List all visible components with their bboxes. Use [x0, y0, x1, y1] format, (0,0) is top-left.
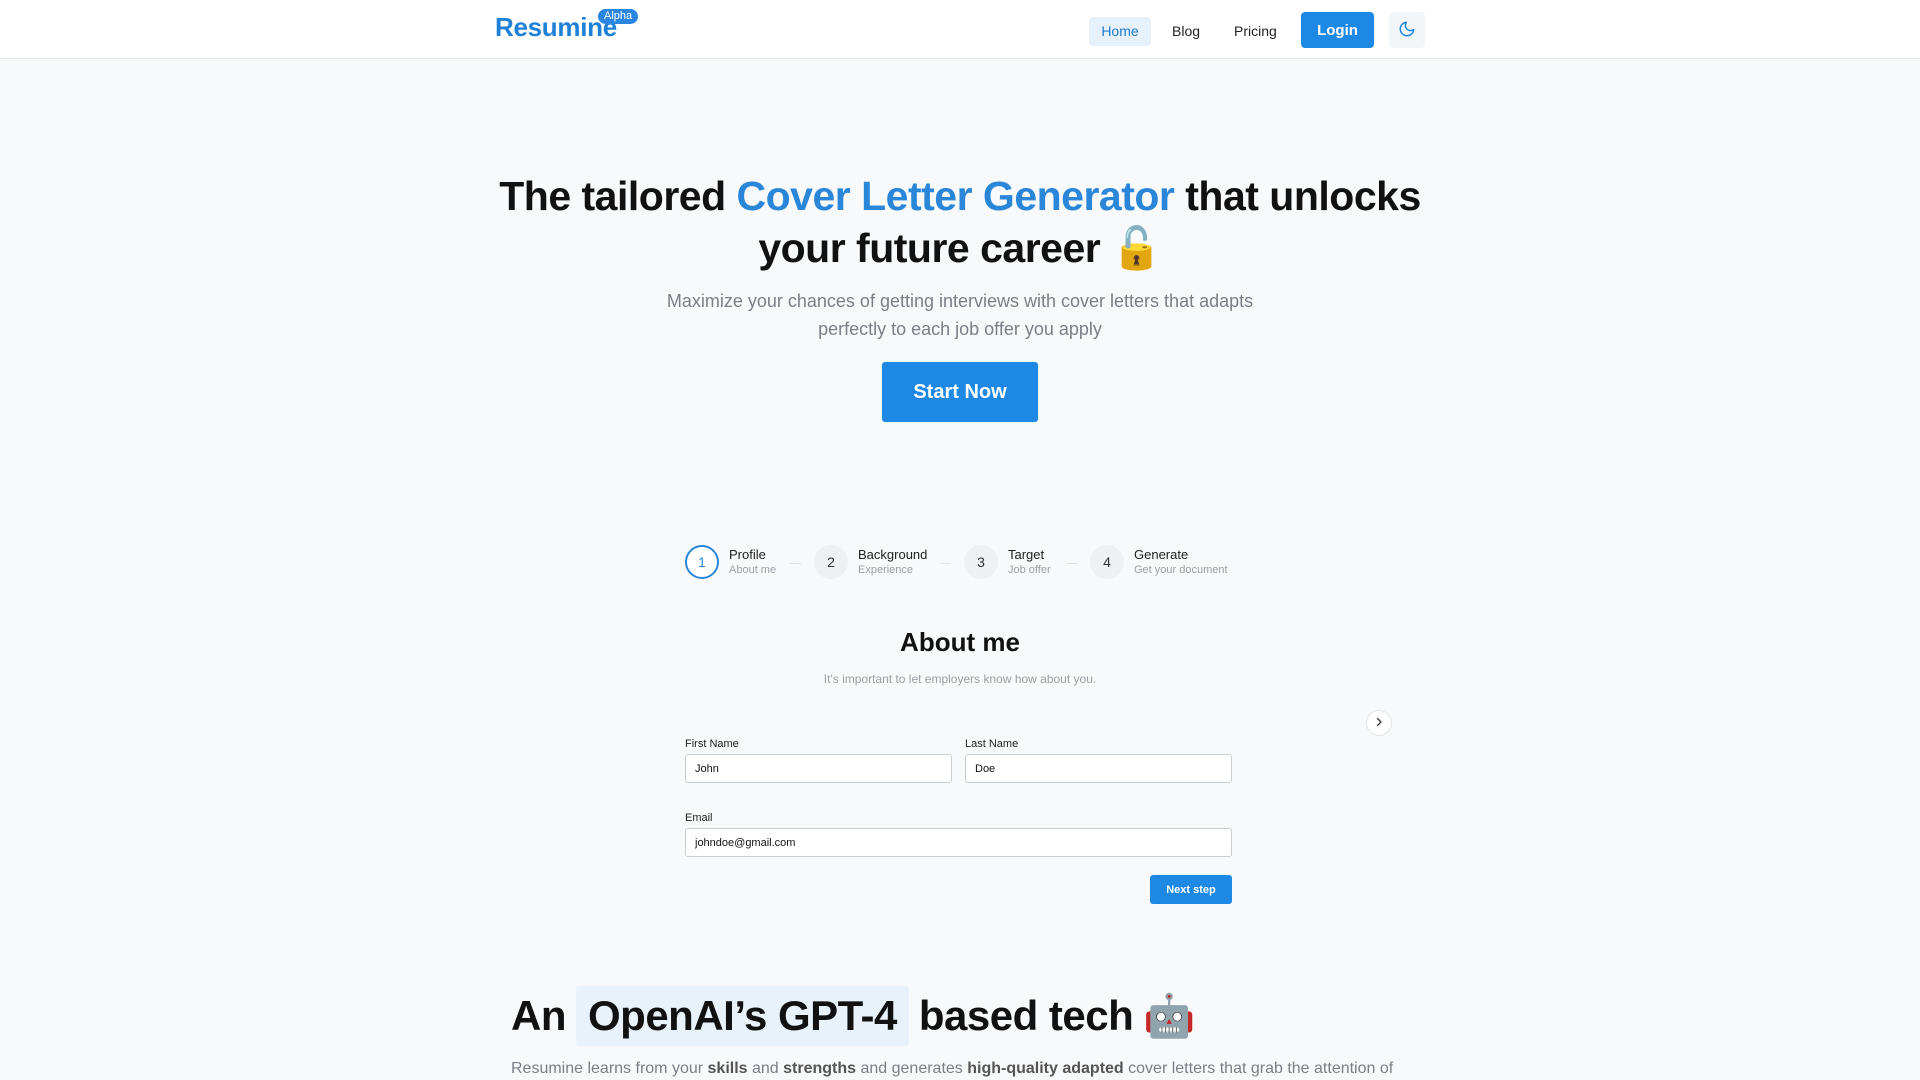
tech-section-subtitle: Resumine learns from your skills and str…	[511, 1060, 1811, 1078]
step-number: 1	[685, 545, 719, 579]
tech-title-pre: An	[511, 992, 567, 1039]
step-generate[interactable]: 4 Generate Get your document	[1090, 545, 1240, 583]
moon-icon	[1398, 20, 1416, 41]
first-name-input[interactable]	[685, 754, 952, 783]
tech-sub-text: cover letters that grab the attention of	[1123, 1060, 1394, 1077]
step-subtitle: Get your document	[1134, 564, 1228, 576]
hero-title: The tailored Cover Letter Generator that…	[460, 170, 1460, 274]
form-subtitle: It's important to let employers know how…	[823, 672, 1097, 686]
unlock-icon: 🔓	[1111, 225, 1162, 271]
step-subtitle: Experience	[858, 564, 914, 576]
nav-blog[interactable]: Blog	[1160, 17, 1212, 46]
robot-icon: 🤖	[1143, 991, 1196, 1039]
email-label: Email	[685, 812, 713, 824]
step-divider	[790, 563, 801, 564]
step-number: 2	[814, 545, 848, 579]
tech-sub-text: Resumine learns from your	[511, 1060, 708, 1077]
form-title: About me	[900, 627, 1020, 657]
step-number: 3	[964, 545, 998, 579]
step-target[interactable]: 3 Target Job offer	[964, 545, 1064, 583]
step-background[interactable]: 2 Background Experience	[814, 545, 934, 583]
last-name-input[interactable]	[965, 754, 1232, 783]
step-title: Profile	[729, 547, 766, 562]
email-input[interactable]	[685, 828, 1232, 857]
tech-sub-bold: high-quality adapted	[967, 1060, 1124, 1077]
top-navbar: Resumine Alpha Home Blog Pricing Login	[0, 0, 1920, 59]
login-button[interactable]: Login	[1301, 12, 1374, 48]
step-title: Generate	[1134, 547, 1189, 562]
tech-sub-text: and generates	[856, 1060, 968, 1077]
tech-sub-bold: skills	[707, 1060, 748, 1077]
hero-subtitle: Maximize your chances of getting intervi…	[666, 291, 1254, 339]
step-title: Target	[1008, 547, 1045, 562]
step-subtitle: Job offer	[1008, 564, 1051, 576]
step-divider	[1067, 563, 1078, 564]
first-name-label: First Name	[685, 738, 739, 750]
tech-title-highlight: OpenAI’s GPT-4	[576, 986, 909, 1046]
step-profile[interactable]: 1 Profile About me	[685, 545, 795, 583]
tech-sub-text: and	[747, 1060, 784, 1077]
hero-title-accent: Cover Letter Generator	[736, 173, 1175, 219]
tech-title-post: based tech	[918, 992, 1134, 1039]
theme-toggle-button[interactable]	[1389, 12, 1425, 48]
next-step-button[interactable]: Next step	[1150, 875, 1232, 904]
chevron-right-icon	[1373, 716, 1385, 731]
nav-home[interactable]: Home	[1089, 17, 1151, 46]
start-now-button[interactable]: Start Now	[882, 362, 1038, 422]
carousel-next-button[interactable]	[1366, 710, 1392, 736]
step-number: 4	[1090, 545, 1124, 579]
hero-title-part1: The tailored	[499, 173, 737, 219]
step-divider	[940, 563, 951, 564]
tech-sub-bold: strengths	[783, 1060, 857, 1077]
alpha-badge: Alpha	[598, 9, 639, 24]
step-subtitle: About me	[729, 564, 777, 576]
tech-section-title: An OpenAI’s GPT-4 based tech 🤖	[511, 985, 1196, 1047]
nav-pricing[interactable]: Pricing	[1222, 17, 1289, 46]
last-name-label: Last Name	[965, 738, 1019, 750]
step-title: Background	[858, 547, 928, 562]
